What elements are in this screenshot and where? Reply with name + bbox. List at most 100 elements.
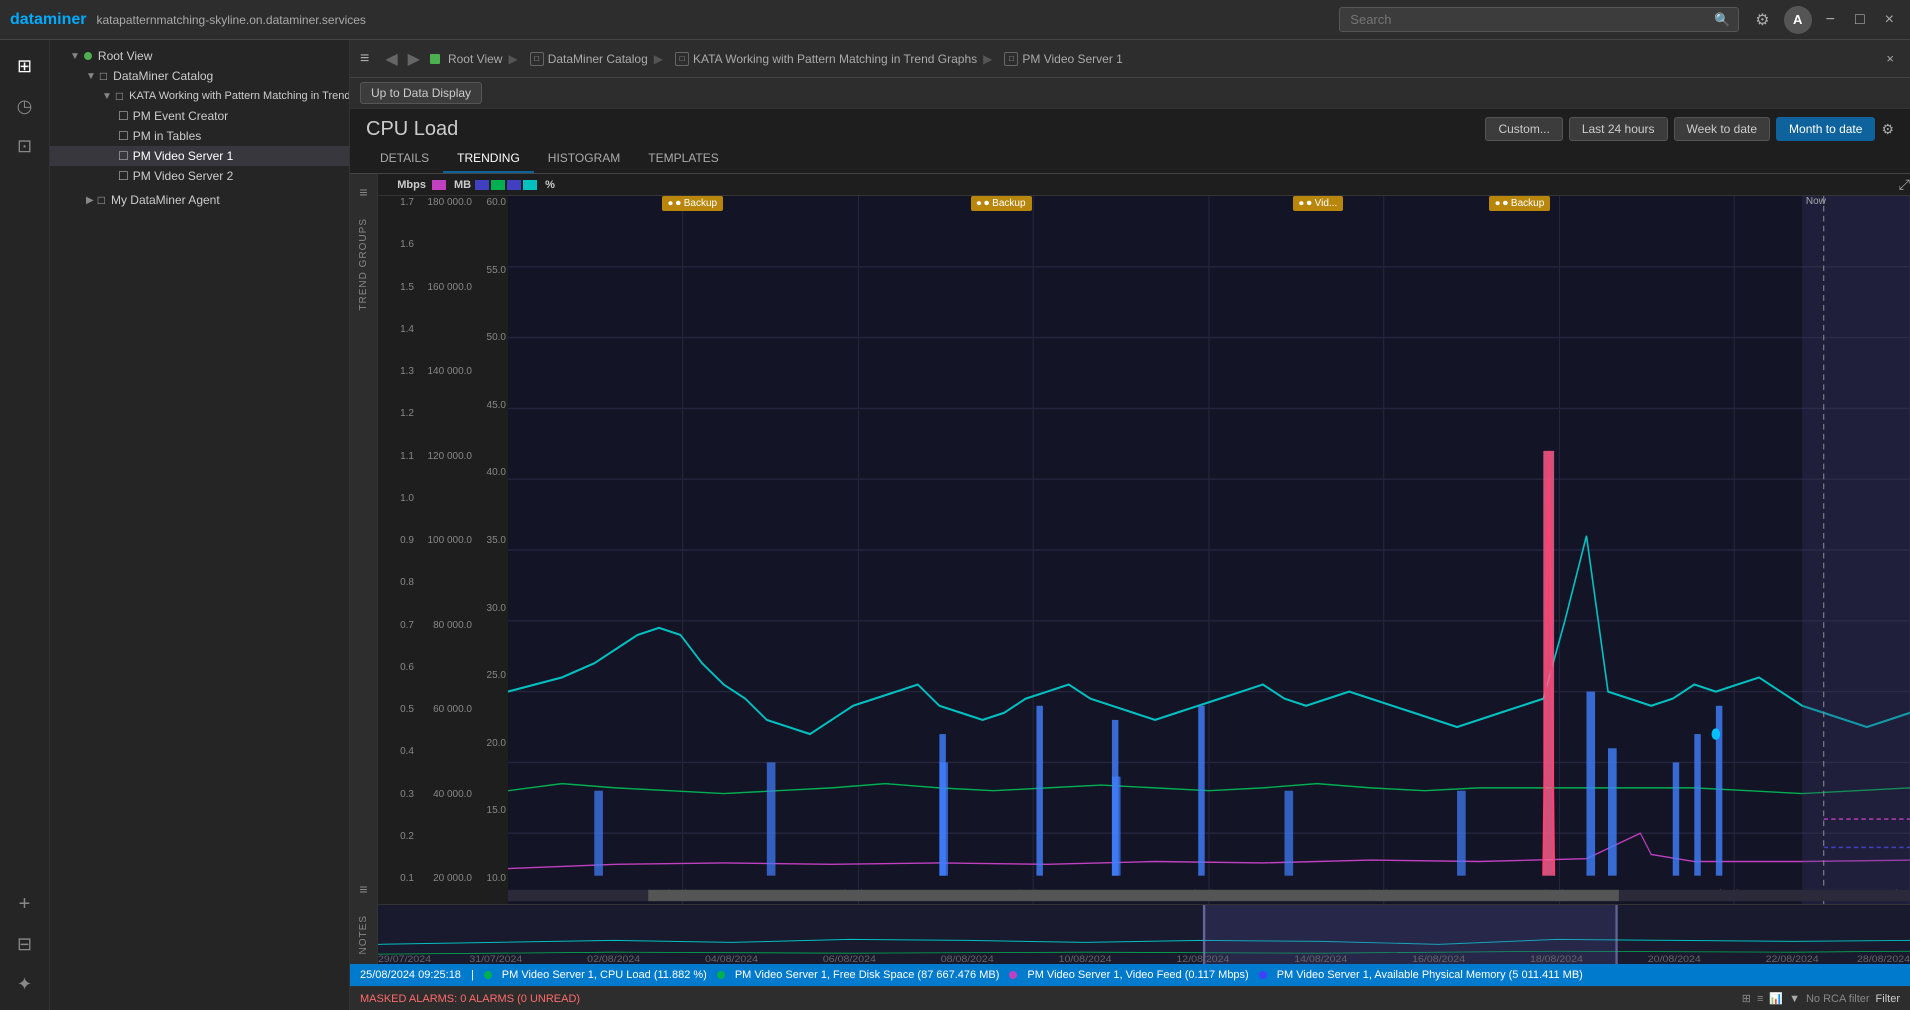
close-panel-button[interactable]: × — [1880, 49, 1900, 68]
tab-templates[interactable]: TEMPLATES — [634, 145, 732, 173]
marker-video[interactable]: ⏺ Vid... — [1293, 196, 1343, 211]
search-icon: 🔍 — [1714, 12, 1730, 28]
green-square-icon — [430, 54, 440, 64]
y-mbps-14: 1.4 — [400, 325, 414, 335]
breadcrumb-pm-video[interactable]: □ PM Video Server 1 — [1004, 52, 1123, 66]
y-mbps-07: 0.7 — [400, 621, 414, 631]
sidebar-icon-add[interactable]: + — [7, 886, 43, 922]
svg-text:31/07/2024: 31/07/2024 — [469, 955, 523, 964]
axis-label-pct: % — [545, 179, 555, 191]
y-axis-mbps: 1.7 1.6 1.5 1.4 1.3 1.2 1.1 1.0 0.9 0. — [378, 196, 416, 904]
minimize-button[interactable]: − — [1820, 7, 1841, 33]
sidebar-icon-workspace[interactable]: ⊟ — [7, 926, 43, 962]
y-mbps-15: 1.5 — [400, 283, 414, 293]
nav-icon-agent: □ — [98, 193, 105, 207]
time-btn-24h[interactable]: Last 24 hours — [1569, 117, 1668, 141]
sidebar-icon-community[interactable]: ✦ — [7, 966, 43, 1002]
search-bar[interactable]: 🔍 — [1339, 7, 1739, 32]
color-box-mb-4 — [523, 180, 537, 190]
marker-backup-3[interactable]: ⏺ Backup — [1489, 196, 1550, 211]
nav-item-pm-event-creator[interactable]: ☐ PM Event Creator — [50, 106, 349, 126]
y-pct-45: 45.0 — [487, 401, 506, 411]
time-btn-custom[interactable]: Custom... — [1485, 117, 1562, 141]
user-avatar[interactable]: A — [1784, 6, 1812, 34]
tab-histogram[interactable]: HISTOGRAM — [534, 145, 634, 173]
marker-label-2: Backup — [992, 198, 1025, 209]
breadcrumb-catalog[interactable]: □ DataMiner Catalog ▶ — [530, 52, 663, 66]
y-mb-160: 160 000.0 — [428, 283, 473, 293]
app-logo: dataminer — [10, 11, 86, 29]
nav-arrow-kata: ▼ — [102, 91, 112, 102]
breadcrumb-expand-kata[interactable]: ▶ — [983, 52, 992, 66]
mini-timeline[interactable]: 29/07/2024 31/07/2024 02/08/2024 04/08/2… — [378, 904, 1910, 964]
y-pct-50: 50.0 — [487, 333, 506, 343]
breadcrumb-icon-catalog: □ — [530, 52, 544, 66]
search-input[interactable] — [1350, 12, 1708, 27]
nav-item-pm-video-server-1[interactable]: ☐ PM Video Server 1 — [50, 146, 349, 166]
marker-icon-3: ⏺ — [1307, 198, 1312, 209]
expand-chart-button[interactable]: ⤢ — [1899, 176, 1910, 193]
svg-text:02/08/2024: 02/08/2024 — [587, 955, 641, 964]
sidebar-icon-surveyor[interactable]: ⊞ — [7, 48, 43, 84]
marker-backup-1[interactable]: ⏺ Backup — [662, 196, 723, 211]
status-dot-4 — [1259, 971, 1267, 979]
hamburger-button[interactable]: ≡ — [360, 50, 369, 68]
time-btn-week[interactable]: Week to date — [1674, 117, 1771, 141]
settings-button[interactable]: ⚙ — [1749, 6, 1775, 34]
maximize-button[interactable]: □ — [1849, 7, 1871, 33]
nav-item-pm-video-server-2[interactable]: ☐ PM Video Server 2 — [50, 166, 349, 186]
y-pct-60: 60.0 — [487, 198, 506, 208]
marker-now: Now — [1806, 196, 1826, 207]
sidebar-bottom: + ⊟ ✦ — [7, 886, 43, 1002]
nav-label-root-view: Root View — [98, 49, 152, 63]
nav-icon-pm-video-1: ☐ — [118, 149, 129, 163]
filter-label[interactable]: Filter — [1876, 993, 1900, 1005]
status-timestamp: 25/08/2024 09:25:18 — [360, 969, 461, 981]
view-icon-1[interactable]: ⊞ — [1742, 992, 1751, 1005]
tab-details[interactable]: DETAILS — [366, 145, 443, 173]
nav-tree: ▼ Root View ▼ □ DataMiner Catalog ▼ □ KA… — [50, 40, 350, 1010]
up-to-data-button[interactable]: Up to Data Display — [360, 82, 482, 104]
marker-backup-2[interactable]: ⏺ Backup — [971, 196, 1032, 211]
y-mb-120: 120 000.0 — [428, 452, 473, 462]
nav-item-pm-in-tables[interactable]: ☐ PM in Tables — [50, 126, 349, 146]
time-btn-month[interactable]: Month to date — [1776, 117, 1875, 141]
breadcrumb-kata[interactable]: □ KATA Working with Pattern Matching in … — [675, 52, 992, 66]
breadcrumb-bar: ≡ ◀ ▶ Root View ▶ □ DataMiner Catalog ▶ … — [350, 40, 1910, 78]
nav-icon-catalog: □ — [100, 69, 107, 83]
y-mbps-03: 0.3 — [400, 790, 414, 800]
status-dot-1 — [484, 971, 492, 979]
back-button[interactable]: ◀ — [381, 47, 401, 71]
view-icon-2[interactable]: ≡ — [1757, 993, 1763, 1005]
trending-area: CPU Load Custom... Last 24 hours Week to… — [350, 109, 1910, 986]
breadcrumb-expand-root[interactable]: ▶ — [508, 52, 517, 66]
nav-item-catalog[interactable]: ▼ □ DataMiner Catalog — [50, 66, 349, 86]
forward-button[interactable]: ▶ — [404, 47, 424, 71]
nav-arrow-root: ▼ — [70, 51, 80, 62]
close-button[interactable]: × — [1879, 7, 1900, 33]
view-icon-3[interactable]: 📊 — [1769, 992, 1783, 1005]
vert-sidebar-icon-1[interactable]: ≡ — [355, 178, 371, 206]
nav-label-catalog: DataMiner Catalog — [113, 69, 213, 83]
nav-item-root-view[interactable]: ▼ Root View — [50, 46, 349, 66]
tab-trending[interactable]: TRENDING — [443, 145, 534, 173]
y-mb-140: 140 000.0 — [428, 367, 473, 377]
sidebar-icon-activity[interactable]: ◷ — [7, 88, 43, 124]
breadcrumb-root-view[interactable]: Root View ▶ — [430, 52, 518, 66]
axis-label-mbps: Mbps — [386, 179, 426, 191]
bottom-bar: MASKED ALARMS: 0 ALARMS (0 UNREAD) ⊞ ≡ 📊… — [350, 986, 1910, 1010]
nav-icon-pm-tables: ☐ — [118, 129, 129, 143]
nav-item-my-agent[interactable]: ▶ □ My DataMiner Agent — [50, 190, 349, 210]
nav-icon-pm-video-2: ☐ — [118, 169, 129, 183]
chart-settings-button[interactable]: ⚙ — [1881, 121, 1894, 138]
nav-item-kata[interactable]: ▼ □ KATA Working with Pattern Matching i… — [50, 86, 349, 106]
tab-bar: DETAILS TRENDING HISTOGRAM TEMPLATES — [350, 145, 1910, 174]
vert-tab-notes[interactable]: NOTES — [354, 905, 373, 964]
sidebar-icon-apps[interactable]: ⊡ — [7, 128, 43, 164]
vert-sidebar-icon-2[interactable]: ≡ — [355, 875, 371, 903]
color-box-mb-2 — [491, 180, 505, 190]
vert-tab-trend-groups[interactable]: TREND GROUPS — [354, 208, 373, 321]
y-mbps-16: 1.6 — [400, 240, 414, 250]
breadcrumb-expand-catalog[interactable]: ▶ — [654, 52, 663, 66]
nav-label-pm-in-tables: PM in Tables — [133, 129, 201, 143]
